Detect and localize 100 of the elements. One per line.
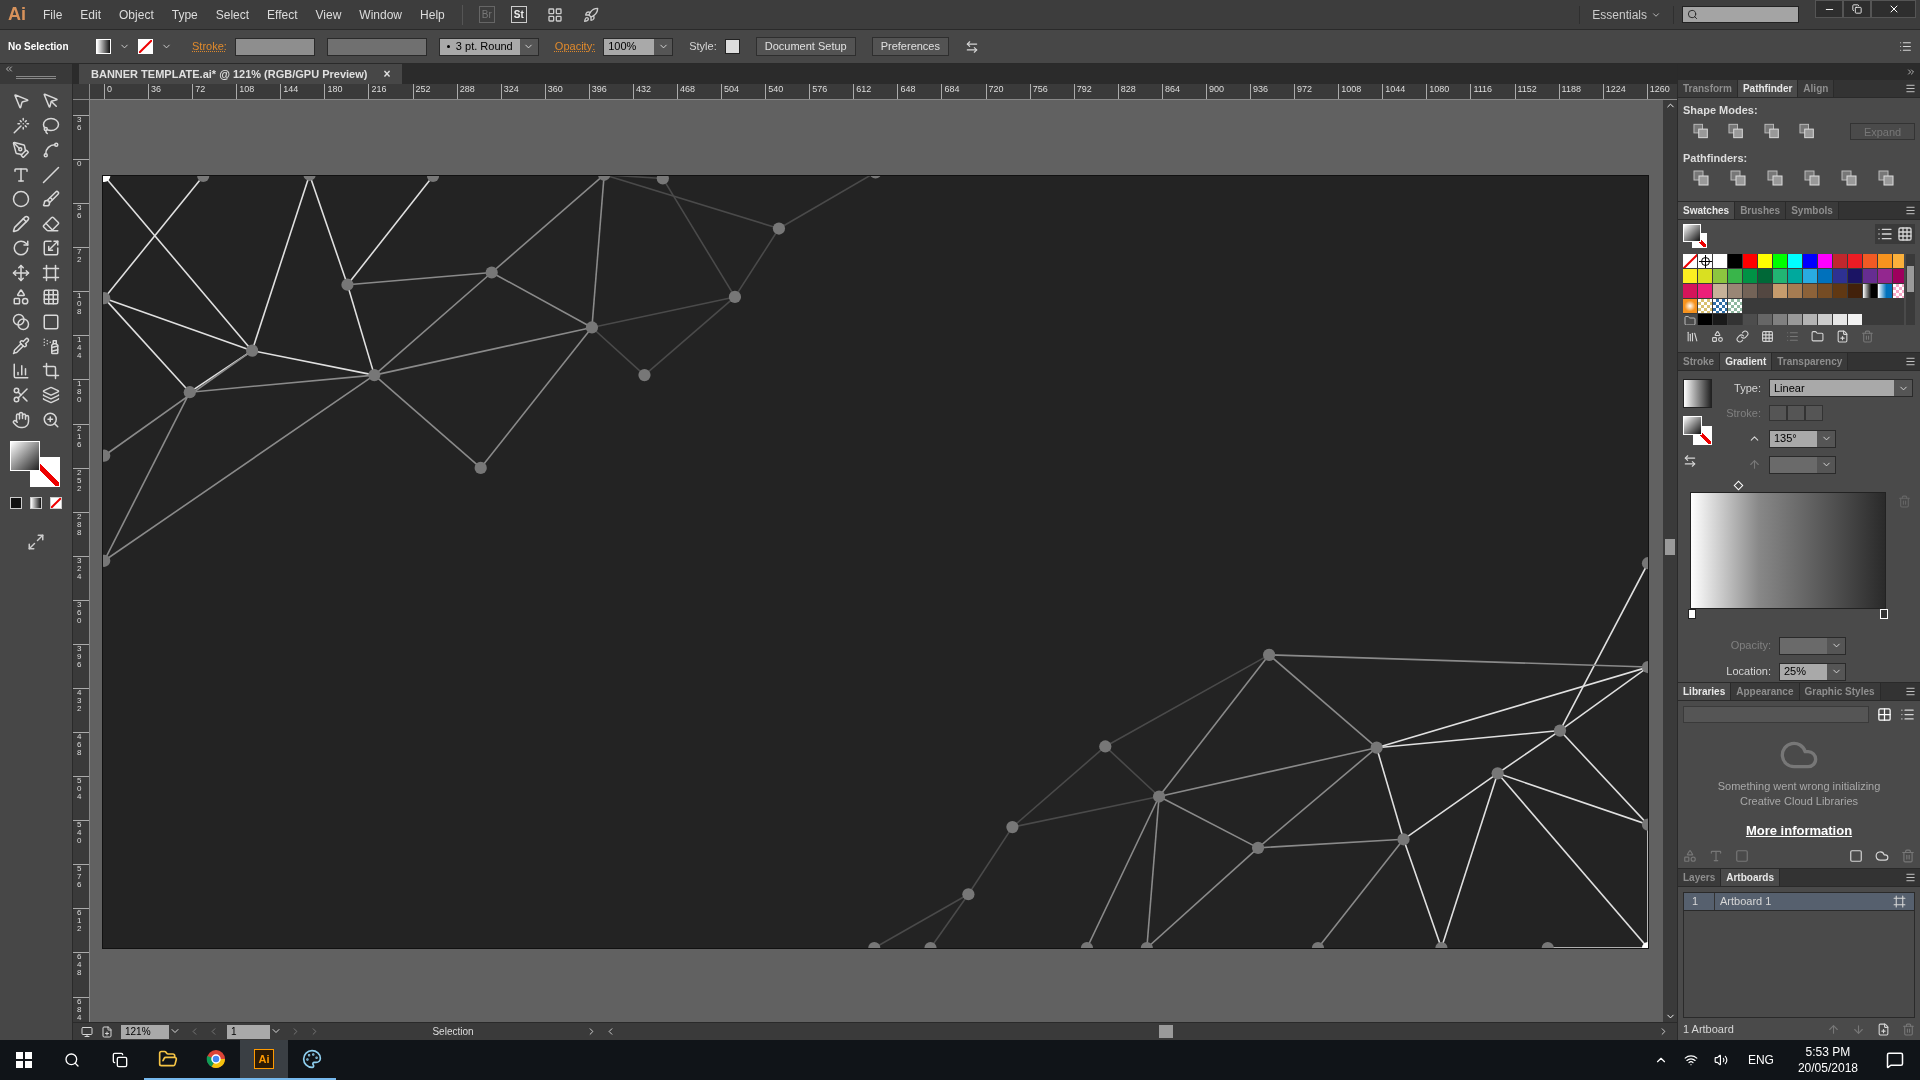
ruler-label: 432	[77, 689, 82, 713]
ruler-label: 864	[1164, 84, 1180, 94]
ruler-label: 972	[1297, 84, 1313, 94]
menu-item[interactable]: Help	[411, 5, 454, 24]
section-label: Pathfinders:	[1683, 150, 1749, 166]
ruler-label: 1080	[1429, 84, 1450, 94]
menu-item[interactable]: Window	[350, 5, 412, 24]
zoom-field[interactable]: 121%	[121, 1024, 169, 1039]
stroke-label[interactable]: Stroke:	[192, 38, 227, 55]
ruler-label: 36	[77, 204, 82, 221]
ruler-label: 828	[1120, 84, 1136, 94]
ruler-label: 144	[77, 336, 82, 361]
ruler-label: 900	[1208, 84, 1224, 94]
ruler-label: 360	[77, 600, 82, 625]
ruler-label: 144	[283, 84, 299, 94]
ruler-label: 324	[77, 556, 82, 581]
opacity-label[interactable]: Opacity:	[554, 38, 596, 55]
ruler-label: 720	[988, 84, 1004, 94]
app-icon: Ai	[254, 1049, 274, 1069]
clock[interactable]: 5:53 PM 20/05/2018	[1797, 1044, 1858, 1076]
panel-tab[interactable]: Gradient	[1720, 353, 1773, 370]
ruler-label: 540	[768, 84, 784, 94]
ruler-label: 36	[77, 116, 82, 132]
ruler-label: 0	[77, 160, 82, 169]
ruler-label: 1188	[1561, 84, 1581, 94]
menu-item[interactable]: View	[306, 5, 351, 24]
ruler-label: 216	[77, 424, 82, 449]
ruler-label: 612	[77, 909, 82, 934]
ruler-label: 1224	[1605, 84, 1626, 94]
ruler-label: 648	[77, 953, 82, 978]
workspace-switcher[interactable]: Essentials	[1579, 5, 1674, 24]
panel-tab[interactable]: Pathfinder	[1737, 80, 1799, 97]
ruler-label: 108	[77, 292, 82, 317]
toolbar-button[interactable]: Preferences	[871, 37, 949, 56]
stock-button[interactable]: St	[510, 6, 527, 23]
field-label: Type:	[1733, 380, 1761, 396]
panel-tab[interactable]: Graphic Styles	[1799, 683, 1881, 700]
clock-date: 20/05/2018	[1797, 1060, 1858, 1076]
ruler-label: 468	[680, 84, 696, 94]
ruler-label: 936	[1253, 84, 1269, 94]
menu-item[interactable]: Type	[162, 5, 207, 24]
selection-status: No Selection	[8, 40, 70, 54]
taskbar-app-button[interactable]: Ai	[240, 1040, 288, 1080]
ruler-label: 1260	[1649, 84, 1670, 94]
close-tab-button[interactable]: ×	[383, 65, 391, 83]
artboard-name: Artboard 1	[1719, 894, 1773, 910]
panel-tab[interactable]: Artboards	[1721, 869, 1781, 886]
current-tool-label: Selection	[431, 1025, 475, 1039]
toolbar-button[interactable]: Document Setup	[755, 37, 856, 56]
section-label: Shape Modes:	[1683, 103, 1759, 118]
ruler-label: 216	[371, 84, 387, 94]
ruler-label: 468	[77, 733, 82, 758]
ruler-label: 288	[77, 512, 82, 537]
ruler-label: 684	[944, 84, 960, 94]
ruler-label: 792	[1076, 84, 1092, 94]
document-tab[interactable]: BANNER TEMPLATE.ai* @ 121% (RGB/GPU Preview) ×	[79, 64, 403, 84]
panel-tab[interactable]: Appearance	[1731, 683, 1800, 700]
ruler-label: 396	[77, 644, 82, 669]
ruler-label: 72	[77, 248, 82, 265]
menu-item[interactable]: Object	[110, 5, 163, 24]
ruler-label: 36	[151, 84, 162, 94]
more-information-link[interactable]: More information	[1745, 821, 1853, 841]
artboard-count: 1 Artboard	[1683, 1021, 1735, 1037]
artboard-row[interactable]: 1 Artboard 1	[1684, 893, 1914, 911]
field-label: Location:	[1725, 664, 1771, 680]
ruler-label: 1044	[1385, 84, 1406, 94]
menu-item[interactable]: Edit	[71, 5, 111, 24]
ruler-label: 756	[1032, 84, 1048, 94]
menu-item[interactable]: Select	[206, 5, 259, 24]
menu-item[interactable]: Effect	[258, 5, 307, 24]
ruler-label: 396	[591, 84, 607, 94]
ruler-label: 252	[77, 468, 82, 493]
clock-time: 5:53 PM	[1805, 1044, 1851, 1060]
panel-tab[interactable]: Libraries	[1678, 683, 1732, 700]
document-title: BANNER TEMPLATE.ai* @ 121% (RGB/GPU Preview)	[91, 66, 368, 82]
ruler-label: 648	[900, 84, 916, 94]
panel-tab[interactable]: Swatches	[1678, 202, 1736, 219]
ruler-label: 324	[503, 84, 519, 94]
ruler-label: 1152	[1517, 84, 1537, 94]
ruler-label: 108	[239, 84, 255, 94]
language-indicator[interactable]: ENG	[1747, 1051, 1774, 1069]
ruler-label: 612	[856, 84, 872, 94]
ruler-label: 504	[77, 777, 82, 802]
artboard-number: 1	[1684, 893, 1715, 910]
ruler-label: 684	[77, 997, 82, 1022]
ruler-label: 288	[459, 84, 475, 94]
artboard-field[interactable]: 1	[227, 1024, 270, 1039]
ruler-label: 576	[77, 865, 82, 890]
ruler-label: 0	[107, 84, 112, 94]
ruler-label: 180	[77, 380, 82, 405]
ruler-label: 504	[724, 84, 740, 94]
app-logo: Ai	[7, 3, 27, 26]
ruler-label: 576	[812, 84, 828, 94]
ruler-label: 1008	[1341, 84, 1362, 94]
ruler-label: 1116	[1473, 84, 1493, 94]
menu-item[interactable]: File	[34, 5, 72, 24]
ruler-label: 360	[547, 84, 563, 94]
ruler-label: 540	[77, 821, 82, 846]
panel-tab[interactable]: Layers	[1678, 869, 1722, 886]
ruler-label: 252	[415, 84, 431, 94]
